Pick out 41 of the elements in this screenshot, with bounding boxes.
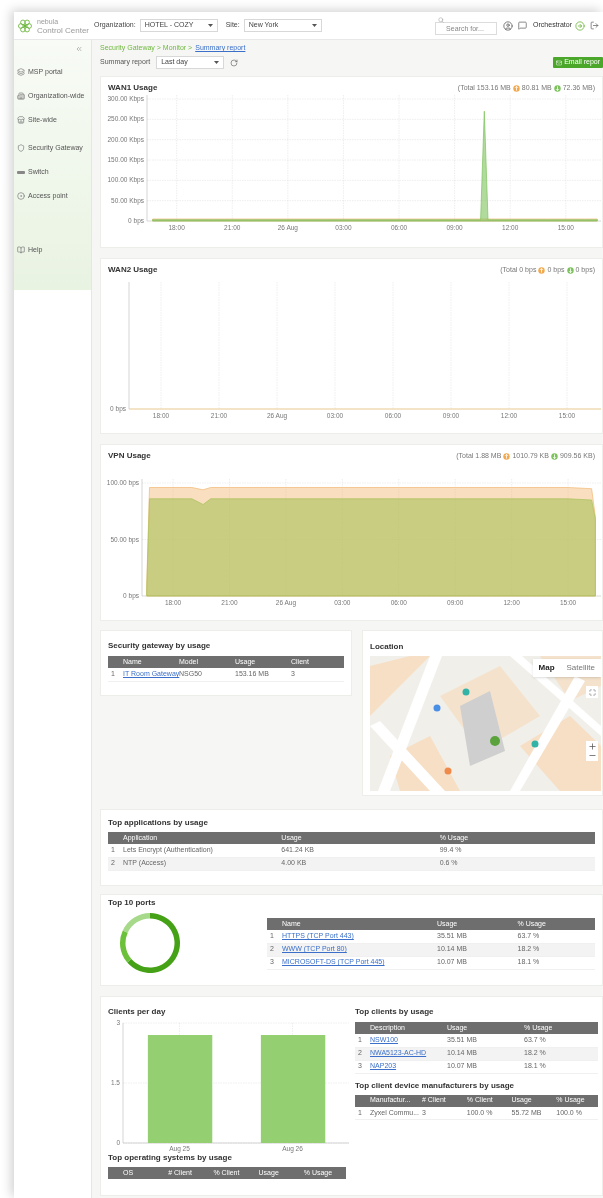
download-icon [566, 266, 574, 274]
download-icon [553, 84, 561, 92]
map-type-tab[interactable]: Map [532, 659, 561, 677]
caret-icon [311, 24, 317, 27]
card-title: Top clients by usage [355, 1007, 435, 1017]
logo-icon [18, 18, 32, 33]
card-title: WAN1 Usage [108, 82, 158, 94]
card-title: Clients per day [108, 1007, 167, 1017]
upload-icon [538, 266, 546, 274]
caret-icon [214, 61, 220, 64]
refresh-icon[interactable] [230, 58, 239, 67]
mail-icon [556, 59, 563, 66]
card-title: Top client device manufacturers by usage [355, 1080, 515, 1091]
card-title: VPN Usage [108, 450, 151, 462]
upload-icon [512, 84, 520, 92]
upload-icon [503, 452, 511, 460]
card-title: Top 10 ports [108, 898, 157, 908]
shield-icon [17, 144, 25, 152]
card-title: Location [370, 642, 405, 652]
building-icon [17, 92, 25, 100]
map-type-tab[interactable]: Satellite [560, 659, 601, 677]
card-title: Top operating systems by usage [108, 1153, 233, 1163]
card-title: Security gateway by usage [108, 641, 212, 651]
fullscreen-button[interactable] [586, 686, 598, 698]
chat-icon[interactable] [518, 21, 528, 30]
user-icon[interactable] [503, 20, 514, 31]
collapse-icon[interactable] [75, 45, 83, 53]
circle-dot-icon [17, 192, 25, 200]
fullscreen-icon [588, 688, 596, 696]
switch-icon [17, 170, 25, 174]
caret-icon [207, 24, 213, 27]
card-title: WAN2 Usage [108, 264, 158, 276]
zoom-in-icon[interactable] [587, 742, 597, 751]
layers-icon [17, 68, 25, 76]
arrow-right-icon[interactable] [575, 20, 585, 31]
store-icon [17, 116, 25, 124]
download-icon [550, 452, 558, 460]
card-title: Top applications by usage [108, 818, 209, 828]
logout-icon[interactable] [590, 21, 599, 30]
book-icon [17, 246, 25, 254]
brand-subtitle: Control Center [37, 25, 90, 35]
